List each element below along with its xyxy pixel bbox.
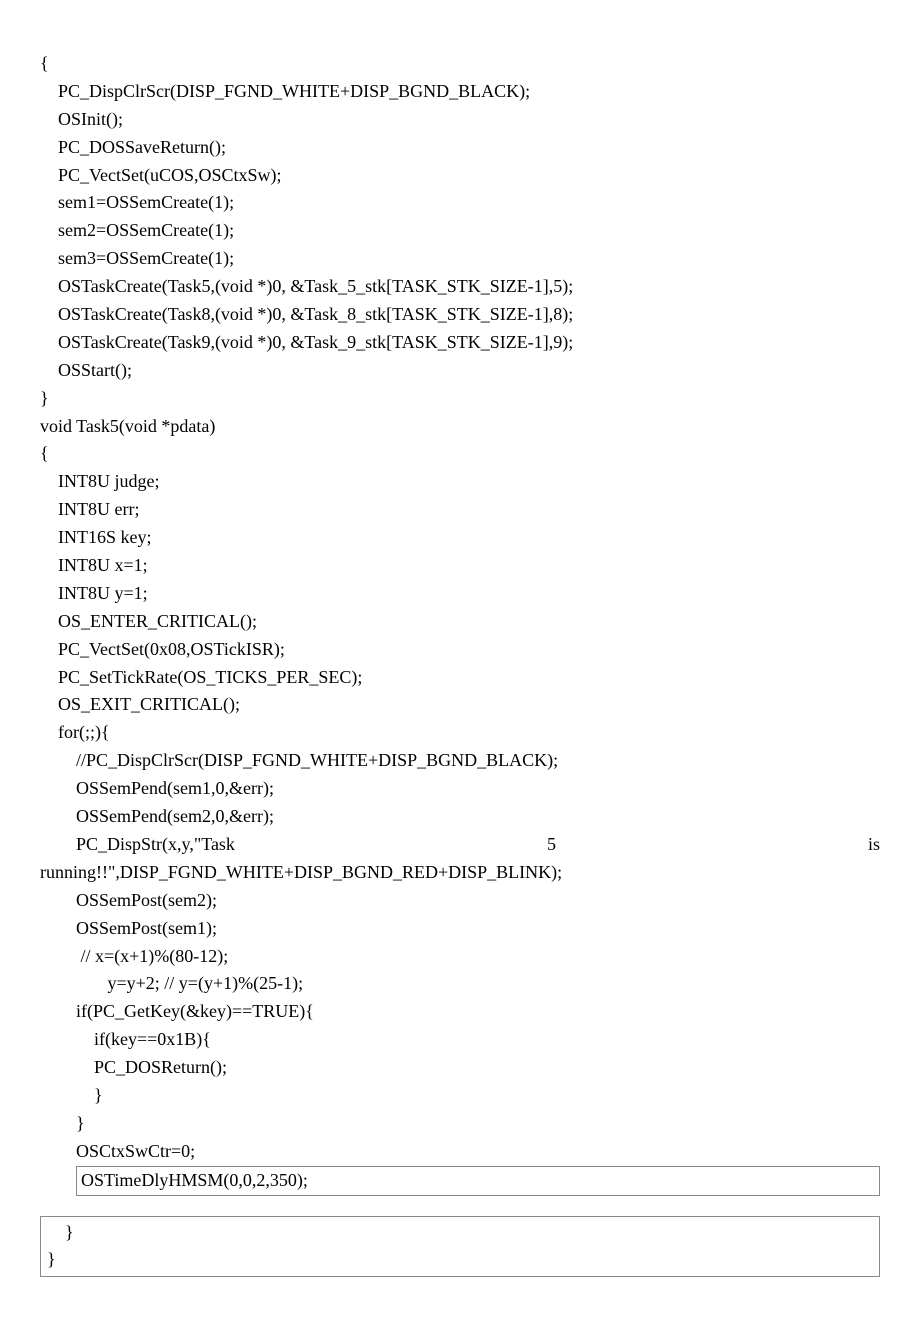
code-fragment: is bbox=[868, 831, 880, 859]
boxed-code: OSTimeDlyHMSM(0,0,2,350); bbox=[76, 1166, 880, 1196]
code-line: OSCtxSwCtr=0; bbox=[40, 1138, 880, 1166]
code-line: OS_ENTER_CRITICAL(); bbox=[40, 608, 880, 636]
code-line: // x=(x+1)%(80-12); bbox=[40, 943, 880, 971]
code-line: void Task5(void *pdata) bbox=[40, 413, 880, 441]
code-line: { bbox=[40, 50, 880, 78]
code-line: INT8U y=1; bbox=[40, 580, 880, 608]
code-line: } bbox=[47, 1246, 873, 1274]
code-line: y=y+2; // y=(y+1)%(25-1); bbox=[40, 970, 880, 998]
code-line: PC_DOSSaveReturn(); bbox=[40, 134, 880, 162]
code-line: if(PC_GetKey(&key)==TRUE){ bbox=[40, 998, 880, 1026]
code-indent bbox=[40, 1166, 76, 1196]
code-line: OSSemPost(sem1); bbox=[40, 915, 880, 943]
code-line: PC_DOSReturn(); bbox=[40, 1054, 880, 1082]
code-line: OSSemPost(sem2); bbox=[40, 887, 880, 915]
code-line: OSTaskCreate(Task8,(void *)0, &Task_8_st… bbox=[40, 301, 880, 329]
code-line: { bbox=[40, 440, 880, 468]
code-line: } bbox=[40, 385, 880, 413]
boxed-code-block: } } bbox=[40, 1216, 880, 1278]
code-line: sem3=OSSemCreate(1); bbox=[40, 245, 880, 273]
code-line: OSTaskCreate(Task5,(void *)0, &Task_5_st… bbox=[40, 273, 880, 301]
code-line-justified: PC_DispStr(x,y,"Task 5 is bbox=[40, 831, 880, 859]
code-line: running!!",DISP_FGND_WHITE+DISP_BGND_RED… bbox=[40, 859, 880, 887]
code-line: } bbox=[47, 1219, 873, 1247]
code-line: OSSemPend(sem1,0,&err); bbox=[40, 775, 880, 803]
code-line: if(key==0x1B){ bbox=[40, 1026, 880, 1054]
code-line: INT8U err; bbox=[40, 496, 880, 524]
boxed-text: OSTimeDlyHMSM(0,0,2,350); bbox=[81, 1170, 308, 1190]
code-line: sem1=OSSemCreate(1); bbox=[40, 189, 880, 217]
code-fragment: 5 bbox=[547, 831, 556, 859]
code-line: PC_SetTickRate(OS_TICKS_PER_SEC); bbox=[40, 664, 880, 692]
code-line: } bbox=[40, 1082, 880, 1110]
code-line: PC_VectSet(uCOS,OSCtxSw); bbox=[40, 162, 880, 190]
code-fragment: PC_DispStr(x,y,"Task bbox=[40, 831, 235, 859]
code-line: OSStart(); bbox=[40, 357, 880, 385]
code-line: INT16S key; bbox=[40, 524, 880, 552]
code-line: OS_EXIT_CRITICAL(); bbox=[40, 691, 880, 719]
code-line: sem2=OSSemCreate(1); bbox=[40, 217, 880, 245]
code-line-boxed-inline: OSTimeDlyHMSM(0,0,2,350); bbox=[40, 1166, 880, 1196]
code-line: //PC_DispClrScr(DISP_FGND_WHITE+DISP_BGN… bbox=[40, 747, 880, 775]
code-line: PC_DispClrScr(DISP_FGND_WHITE+DISP_BGND_… bbox=[40, 78, 880, 106]
code-line: } bbox=[40, 1110, 880, 1138]
code-line: OSSemPend(sem2,0,&err); bbox=[40, 803, 880, 831]
code-line: INT8U judge; bbox=[40, 468, 880, 496]
code-line: for(;;){ bbox=[40, 719, 880, 747]
code-line: OSTaskCreate(Task9,(void *)0, &Task_9_st… bbox=[40, 329, 880, 357]
code-line: PC_VectSet(0x08,OSTickISR); bbox=[40, 636, 880, 664]
code-line: OSInit(); bbox=[40, 106, 880, 134]
code-line: INT8U x=1; bbox=[40, 552, 880, 580]
